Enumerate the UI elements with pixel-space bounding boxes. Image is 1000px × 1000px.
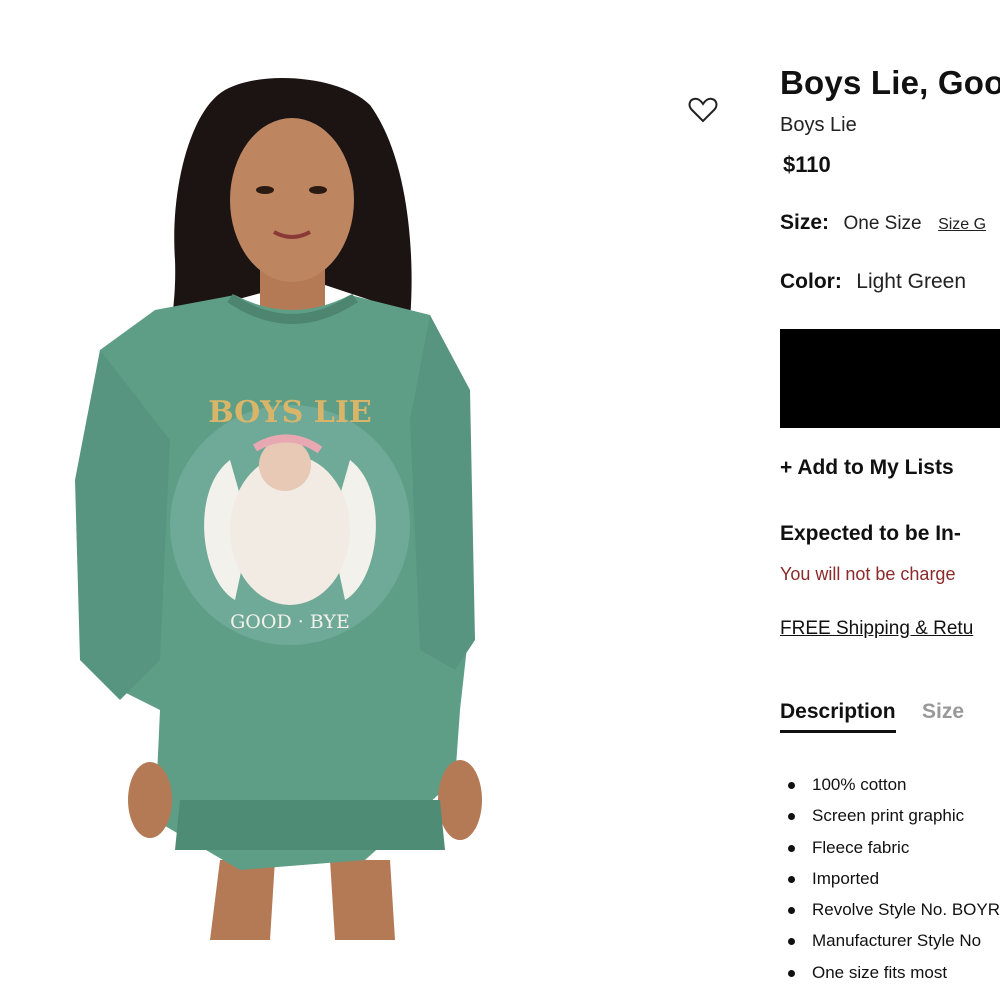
size-row: Size: One Size Size G: [780, 211, 986, 235]
bullet-dot-icon: [788, 875, 795, 883]
list-item: Screen print graphic: [780, 803, 1000, 834]
size-label: Size:: [780, 211, 830, 234]
product-image[interactable]: BOYS LIE GOOD · BYE: [60, 60, 520, 940]
add-to-my-lists-link[interactable]: + Add to My Lists: [780, 456, 954, 480]
size-value: One Size: [843, 213, 922, 234]
model-leg: [330, 860, 395, 940]
color-label: Color:: [780, 270, 842, 293]
tab-size[interactable]: Size: [922, 700, 964, 730]
list-item: Revolve Style No. BOYR: [780, 897, 1000, 928]
list-item: Manufacturer Style No: [780, 928, 1000, 959]
bullet-dot-icon: [788, 844, 795, 852]
graphic-top-text: BOYS LIE: [208, 395, 372, 430]
list-item: One size fits most: [780, 960, 1000, 991]
model-face: [230, 118, 354, 282]
color-value[interactable]: Light Green: [856, 270, 966, 293]
bullet-dot-icon: [788, 938, 795, 946]
bullet-dot-icon: [788, 782, 795, 789]
add-to-bag-button[interactable]: [780, 329, 1000, 428]
stock-status-note: You will not be charge: [780, 564, 956, 584]
bullet-dot-icon: [788, 907, 795, 915]
list-item: Imported: [780, 866, 1000, 897]
product-tabs: Description Size: [780, 700, 964, 733]
bullet-dot-icon: [788, 969, 795, 977]
model-leg: [210, 860, 275, 940]
free-shipping-link[interactable]: FREE Shipping & Retu: [780, 618, 973, 640]
bullet-dot-icon: [788, 813, 795, 821]
color-row: Color: Light Green: [780, 270, 966, 294]
list-item: Fleece fabric: [780, 835, 1000, 866]
list-item: 100% cotton: [780, 772, 1000, 803]
wishlist-heart-icon[interactable]: [688, 96, 718, 124]
stock-status-title: Expected to be In-: [780, 522, 961, 545]
description-list: 100% cotton Screen print graphic Fleece …: [780, 772, 1000, 991]
graphic-bottom-text: GOOD · BYE: [230, 611, 350, 633]
brand-link[interactable]: Boys Lie: [780, 114, 857, 137]
size-guide-link[interactable]: Size G: [938, 216, 986, 233]
tab-description[interactable]: Description: [780, 700, 896, 733]
product-title: Boys Lie, Goo: [780, 64, 1000, 101]
product-price: $110: [783, 152, 831, 177]
